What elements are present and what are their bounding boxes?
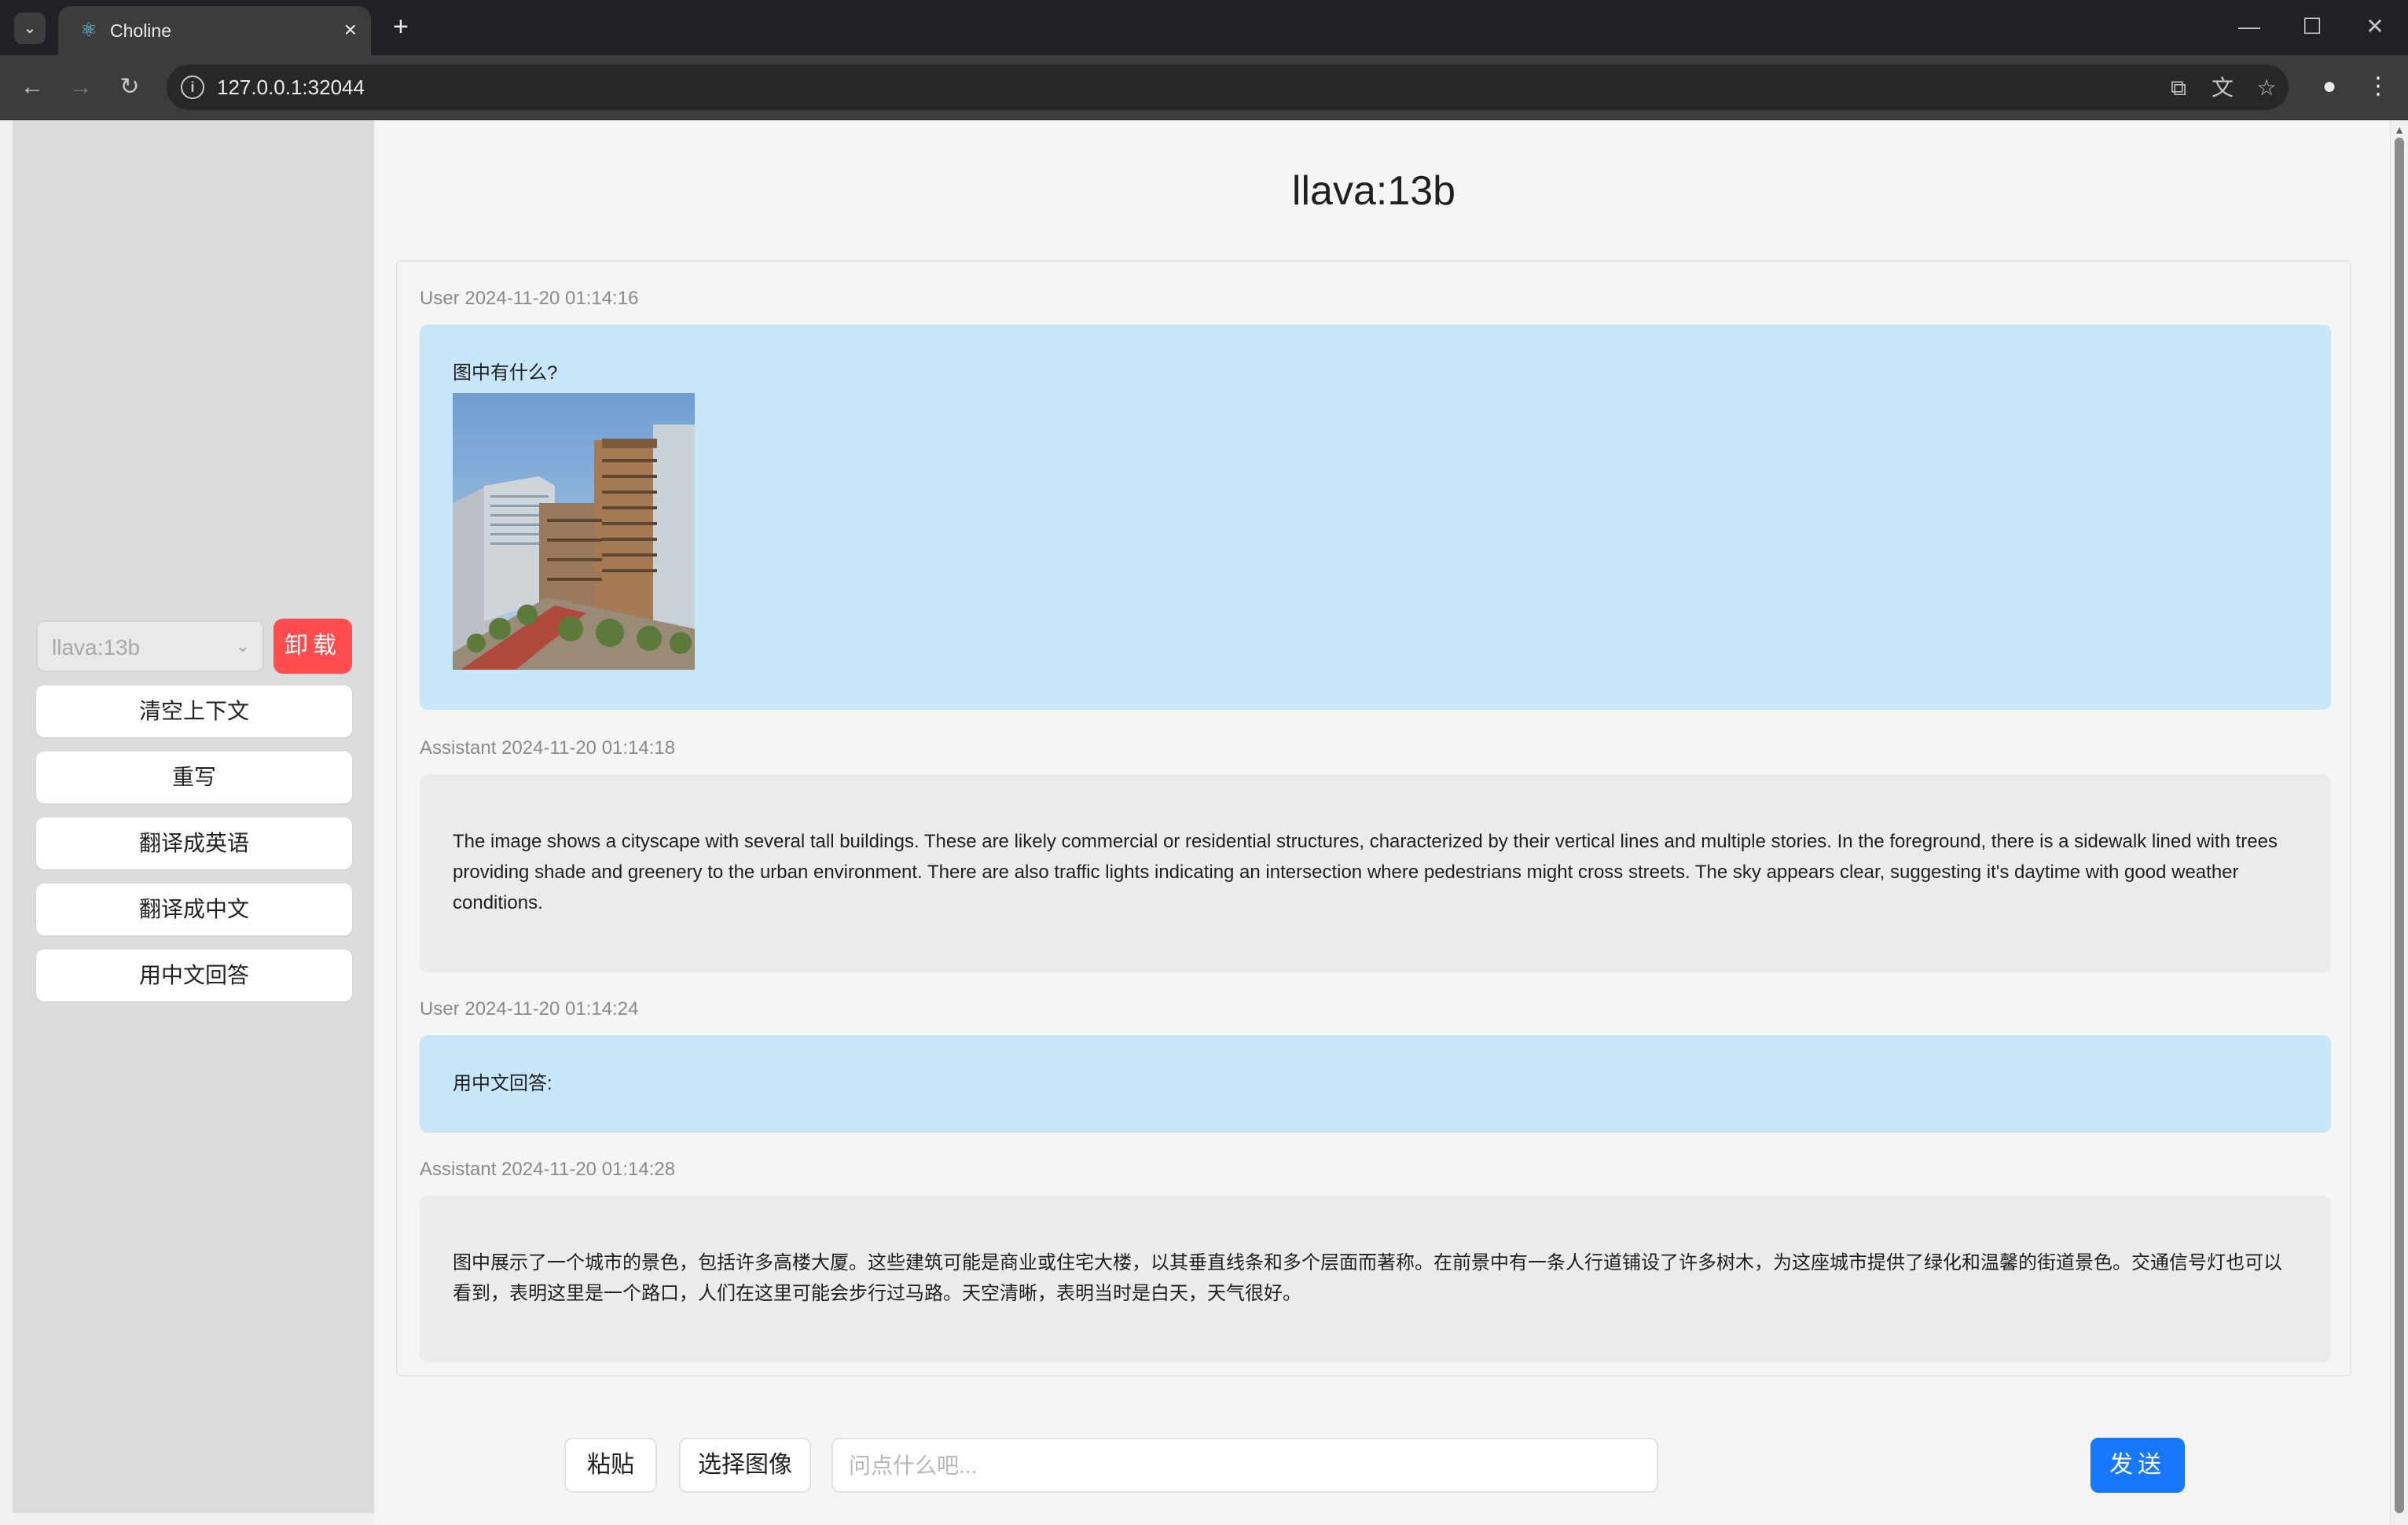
window-close-icon[interactable]: ✕ bbox=[2351, 9, 2399, 44]
scroll-up-icon[interactable]: ▲ bbox=[2394, 123, 2405, 136]
minimize-icon[interactable]: — bbox=[2226, 9, 2273, 44]
send-button[interactable]: 发送 bbox=[2090, 1438, 2185, 1493]
message-timestamp: Assistant 2024-11-20 01:14:18 bbox=[420, 737, 676, 759]
install-app-icon[interactable]: ⧉ bbox=[2166, 75, 2191, 101]
chevron-down-icon: ⌄ bbox=[235, 636, 250, 656]
message-text: 图中有什么? bbox=[453, 362, 558, 384]
browser-tab[interactable]: ⚛ Choline × bbox=[58, 6, 371, 55]
browser-menu-icon[interactable]: ⋮ bbox=[2362, 71, 2394, 102]
model-select-value: llava:13b bbox=[52, 635, 141, 660]
reload-icon[interactable]: ↻ bbox=[112, 69, 148, 105]
site-info-icon[interactable]: i bbox=[181, 75, 204, 99]
address-bar[interactable]: i 127.0.0.1:32044 ⧉ 文 ☆ bbox=[167, 64, 2289, 110]
user-message: 图中有什么? bbox=[420, 325, 2331, 710]
message-timestamp: User 2024-11-20 01:14:24 bbox=[420, 998, 639, 1020]
react-favicon-icon: ⚛ bbox=[80, 20, 97, 41]
message-timestamp: User 2024-11-20 01:14:16 bbox=[420, 288, 639, 309]
maximize-icon[interactable]: ☐ bbox=[2289, 9, 2336, 44]
cityscape-photo bbox=[453, 393, 695, 670]
rewrite-button[interactable]: 重写 bbox=[36, 751, 352, 803]
translate-to-english-button[interactable]: 翻译成英语 bbox=[36, 818, 352, 869]
answer-in-chinese-button[interactable]: 用中文回答 bbox=[36, 950, 352, 1001]
clear-context-button[interactable]: 清空上下文 bbox=[36, 685, 352, 737]
assistant-message: The image shows a cityscape with several… bbox=[420, 774, 2331, 972]
model-title: llava:13b bbox=[1291, 168, 1456, 214]
attached-image[interactable] bbox=[453, 393, 695, 670]
sidebar: llava:13b ⌄ 卸载 清空上下文 重写 翻译成英语 翻译成中文 用中文回… bbox=[13, 120, 374, 1513]
translate-icon[interactable]: 文 bbox=[2210, 75, 2235, 101]
choose-image-button[interactable]: 选择图像 bbox=[679, 1438, 811, 1493]
paste-button[interactable]: 粘贴 bbox=[564, 1438, 657, 1493]
assistant-message: 图中展示了一个城市的景色，包括许多高楼大厦。这些建筑可能是商业或住宅大楼，以其垂… bbox=[420, 1196, 2331, 1362]
profile-icon[interactable]: ● bbox=[2314, 71, 2345, 102]
chat-input[interactable]: 问点什么吧... bbox=[831, 1438, 1658, 1493]
chat-input-placeholder: 问点什么吧... bbox=[849, 1453, 978, 1478]
message-text: 图中展示了一个城市的景色，包括许多高楼大厦。这些建筑可能是商业或住宅大楼，以其垂… bbox=[453, 1252, 2282, 1304]
browser-toolbar: ← → ↻ i 127.0.0.1:32044 ⧉ 文 ☆ ● ⋮ bbox=[0, 55, 2408, 120]
user-message: 用中文回答: bbox=[420, 1035, 2331, 1133]
tab-close-icon[interactable]: × bbox=[344, 19, 357, 41]
tab-title: Choline bbox=[110, 20, 171, 41]
chat-main: llava:13b User 2024-11-20 01:14:16 图中有什么… bbox=[374, 120, 2391, 1525]
url-text[interactable]: 127.0.0.1:32044 bbox=[217, 76, 365, 98]
new-tab-icon[interactable]: + bbox=[393, 13, 409, 41]
chat-history[interactable]: User 2024-11-20 01:14:16 图中有什么? Assistan… bbox=[396, 260, 2351, 1376]
model-select[interactable]: llava:13b ⌄ bbox=[36, 620, 264, 672]
tab-search-chevron-icon[interactable]: ⌄ bbox=[14, 13, 46, 44]
scrollbar-thumb[interactable] bbox=[2395, 138, 2404, 1513]
forward-arrow-icon[interactable]: → bbox=[63, 69, 99, 105]
message-text: 用中文回答: bbox=[453, 1073, 552, 1094]
bookmark-star-icon[interactable]: ☆ bbox=[2254, 75, 2279, 101]
translate-to-chinese-button[interactable]: 翻译成中文 bbox=[36, 884, 352, 935]
unload-button[interactable]: 卸载 bbox=[273, 619, 352, 674]
page-scrollbar[interactable]: ▲ bbox=[2390, 120, 2408, 1525]
browser-tabstrip: ⌄ ⚛ Choline × + — ☐ ✕ bbox=[0, 0, 2408, 55]
page-viewport: llava:13b ⌄ 卸载 清空上下文 重写 翻译成英语 翻译成中文 用中文回… bbox=[0, 120, 2408, 1525]
back-arrow-icon[interactable]: ← bbox=[14, 69, 50, 105]
message-text: The image shows a cityscape with several… bbox=[453, 831, 2278, 913]
message-timestamp: Assistant 2024-11-20 01:14:28 bbox=[420, 1159, 676, 1180]
